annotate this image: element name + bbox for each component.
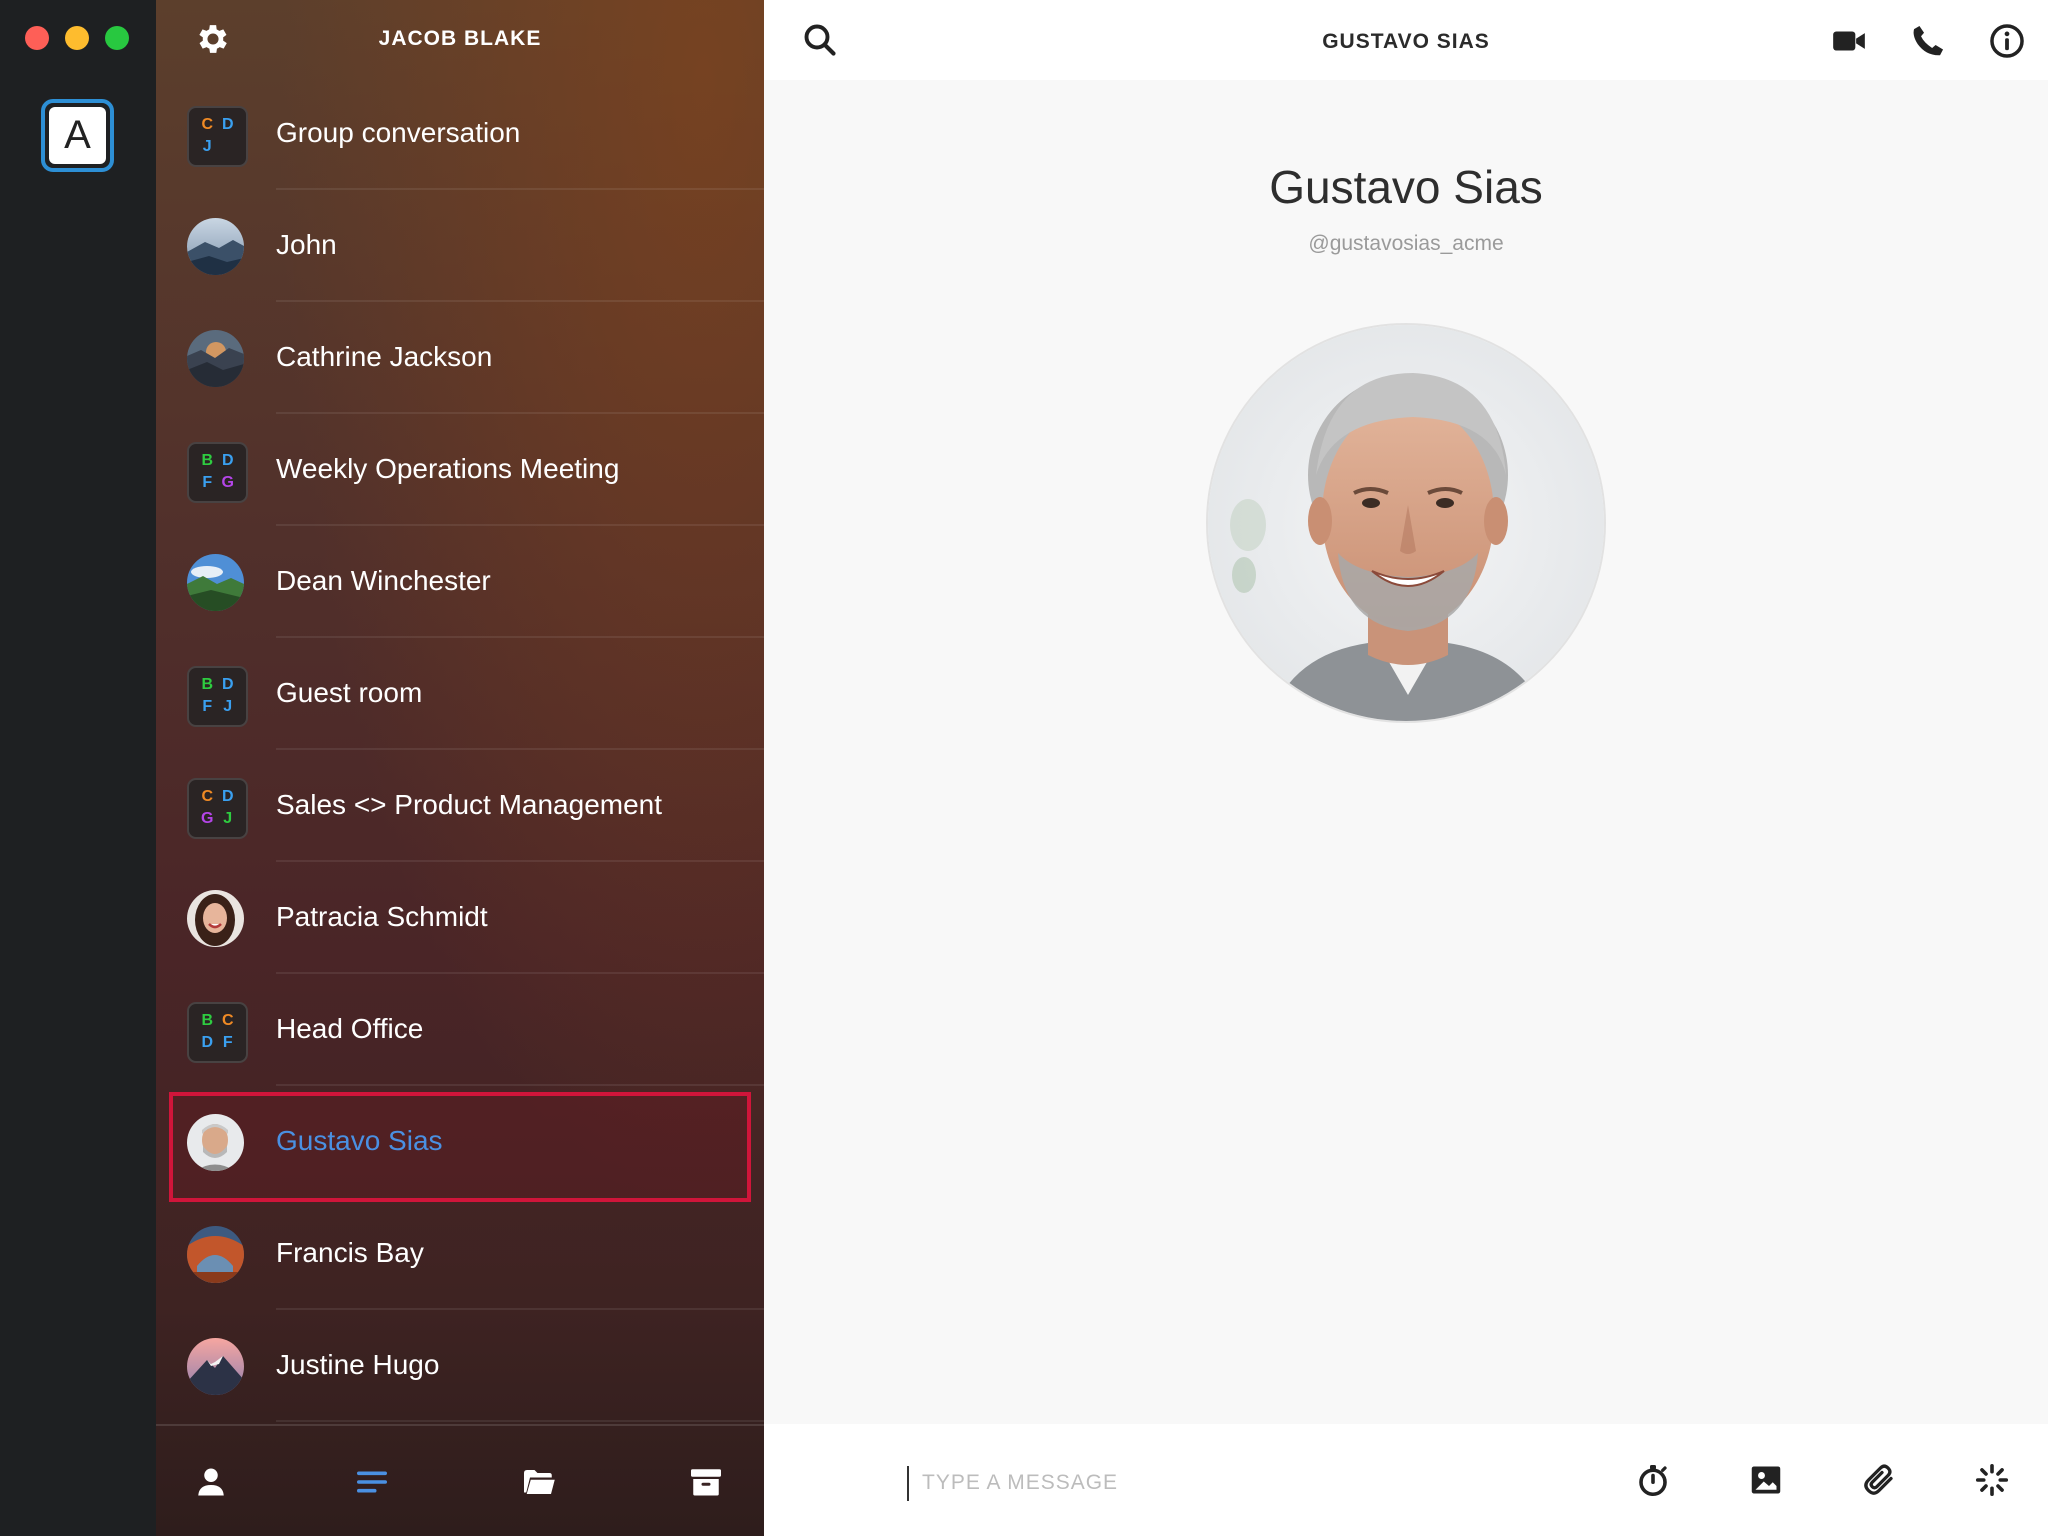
group-avatar-letter: C [201,116,214,133]
group-avatar-letter: F [222,1033,233,1051]
conversation-item[interactable]: Patracia Schmidt [156,862,764,974]
sidebar-tab-bar [156,1424,764,1536]
group-avatar-letter: J [223,697,233,715]
paperclip-icon[interactable] [1861,1462,1897,1498]
archive-tab-icon[interactable] [688,1464,724,1500]
mountain-avatar [187,218,244,275]
window-maximize-button[interactable] [105,26,129,50]
conversation-header: GUSTAVO SIAS [764,0,2048,80]
app-window: A JACOB BLAKE C D J Group conversation J… [0,0,2048,1536]
woman-avatar [187,890,244,947]
sidebar-header: JACOB BLAKE [156,0,764,80]
window-controls [25,26,129,50]
profile-name: Gustavo Sias [1269,161,1543,213]
conversation-item[interactable]: John [156,190,764,302]
group-avatar: B D F J [187,666,248,727]
ping-icon[interactable] [1974,1462,2010,1498]
account-switcher-tile[interactable]: A [41,99,114,172]
conversation-name: Justine Hugo [276,1349,440,1380]
folder-tab-icon[interactable] [521,1464,557,1500]
contacts-tab-icon[interactable] [193,1464,229,1500]
conversation-list: C D J Group conversation John Cathrine J… [156,78,764,1422]
conversation-item[interactable]: C D G J Sales <> Product Management [156,750,764,862]
profile-photo [1206,323,1606,723]
group-avatar-letter: G [201,809,214,827]
conversation-panel: GUSTAVO SIAS Gustavo Sias @gustavosias_a… [764,0,2048,1536]
conversation-name: Francis Bay [276,1237,424,1268]
divider [276,1420,764,1422]
group-avatar-letter: B [201,1012,214,1029]
group-avatar-letter: D [221,452,234,469]
conversation-item[interactable]: Francis Bay [156,1198,764,1310]
conversation-name: Patracia Schmidt [276,901,488,932]
group-avatar: C D G J [187,778,248,839]
group-avatar-letter [218,137,239,159]
arch-avatar [187,1226,244,1283]
sunset-peak-avatar [187,1338,244,1395]
group-avatar: B C D F [187,1002,248,1063]
conversations-tab-icon[interactable] [354,1464,390,1500]
conversation-item[interactable]: Dean Winchester [156,526,764,638]
conversation-item[interactable]: B C D F Head Office [156,974,764,1086]
video-call-icon[interactable] [1830,22,1868,60]
account-initial: A [49,107,106,164]
conversation-name: John [276,229,337,260]
conversation-item[interactable]: B D F G Weekly Operations Meeting [156,414,764,526]
valley-avatar [187,554,244,611]
group-avatar-letter: B [201,452,214,469]
conversation-item[interactable]: C D J Group conversation [156,78,764,190]
conversation-item[interactable]: B D F J Guest room [156,638,764,750]
canyon-avatar [187,330,244,387]
conversation-name: Cathrine Jackson [276,341,493,372]
conversation-name: Sales <> Product Management [276,789,663,820]
conversation-name: Gustavo Sias [276,1125,443,1156]
group-avatar-letter: C [201,788,214,805]
window-minimize-button[interactable] [65,26,89,50]
text-cursor [907,1466,909,1501]
group-avatar-letter: D [221,116,234,133]
message-composer [764,1424,2048,1536]
group-avatar: B D F G [187,442,248,503]
man-avatar [187,1114,244,1171]
timer-icon[interactable] [1635,1462,1671,1498]
group-avatar-letter: G [221,473,234,491]
conversation-item[interactable]: Justine Hugo [156,1310,764,1422]
group-avatar-letter: F [202,473,213,491]
image-icon[interactable] [1748,1462,1784,1498]
group-avatar-letter: D [221,676,234,693]
conversation-name: Weekly Operations Meeting [276,453,620,484]
window-close-button[interactable] [25,26,49,50]
group-avatar-letter: D [201,1033,214,1051]
phone-call-icon[interactable] [1909,22,1947,60]
profile-handle: @gustavosias_acme [1308,232,1504,255]
group-avatar-letter: J [223,809,233,827]
selection-highlight [169,1092,751,1202]
conversation-item-selected[interactable]: Gustavo Sias [156,1086,764,1202]
message-input[interactable] [922,1462,1422,1504]
conversation-name: Group conversation [276,117,521,148]
conversation-name: Head Office [276,1013,424,1044]
conversation-sidebar: JACOB BLAKE C D J Group conversation Joh… [156,0,764,1536]
sidebar-user-title: JACOB BLAKE [378,27,542,50]
group-avatar-letter: B [201,676,214,693]
conversation-item[interactable]: Cathrine Jackson [156,302,764,414]
group-avatar-letter: C [221,1012,234,1029]
conversation-name: Guest room [276,677,423,708]
conversation-name: Dean Winchester [276,565,491,596]
group-avatar-letter: J [202,137,212,155]
group-avatar-letter: F [202,697,213,715]
account-rail: A [0,0,156,1536]
group-avatar-letter: D [221,788,234,805]
info-icon[interactable] [1988,22,2026,60]
group-avatar: C D J [187,106,248,167]
